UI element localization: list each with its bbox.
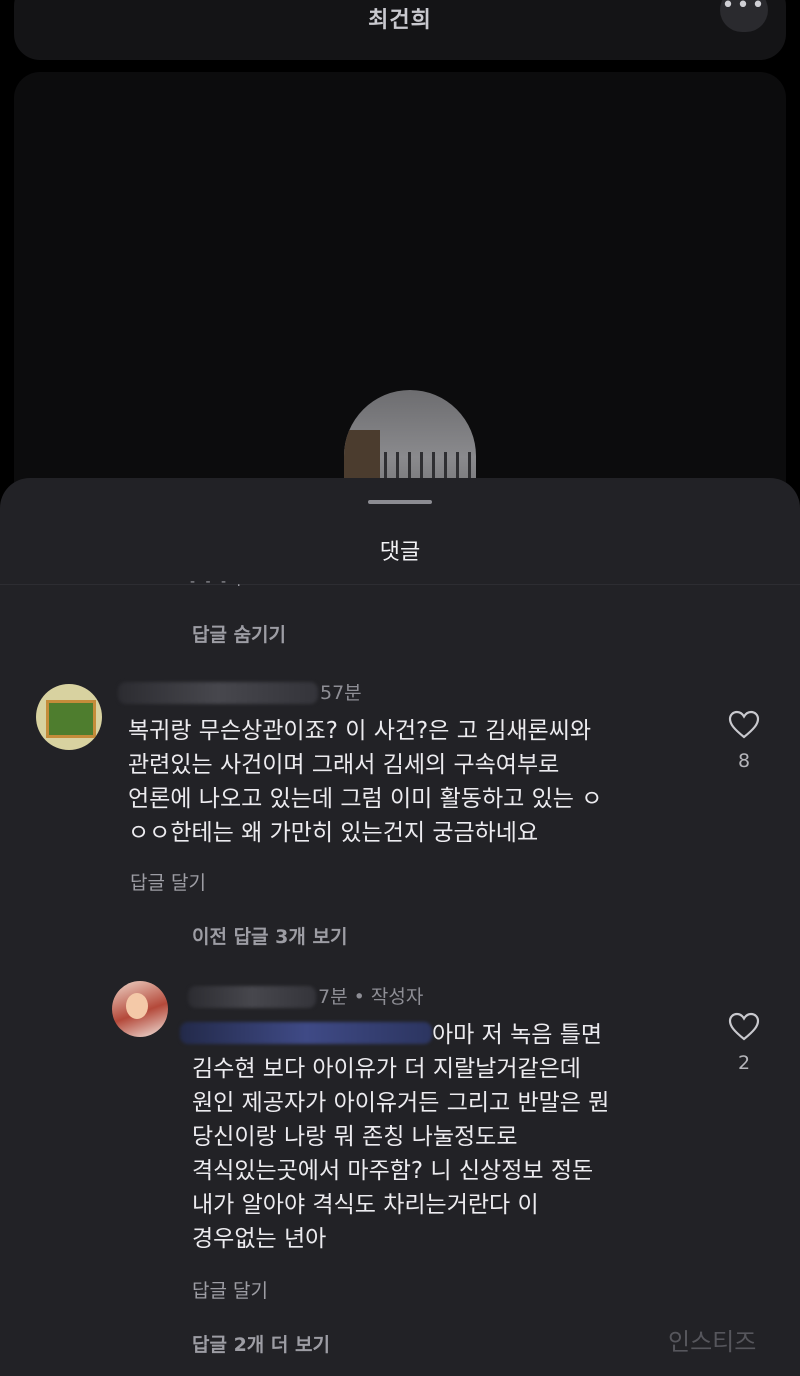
profile-name[interactable]: 최건희 [14, 2, 786, 34]
watermark: 인스티즈 [668, 1328, 757, 1356]
divider [0, 584, 800, 585]
blurred-mention[interactable] [180, 1022, 432, 1044]
heart-icon[interactable] [728, 1012, 760, 1042]
heart-icon[interactable] [728, 710, 760, 740]
drag-handle[interactable] [368, 500, 432, 504]
reply-button[interactable]: 답글 달기 [130, 868, 206, 895]
sheet-title: 댓글 [379, 540, 421, 565]
collapsed-comment-snippet: - - - . [190, 574, 244, 590]
view-previous-replies-button[interactable]: 이전 답글 3개 보기 [192, 922, 347, 949]
like-count: 8 [737, 750, 751, 772]
comment-text-line: 경우없는 년아 [192, 1226, 327, 1252]
comments-sheet: 댓글 - - - . 답글 숨기기 57분 복귀랑 무슨상관이죠? 이 사건?은… [0, 478, 800, 1376]
reply-button[interactable]: 답글 달기 [192, 1276, 268, 1303]
comment-text-line: 김수현 보다 아이유가 더 지랄날거같은데 [192, 1056, 581, 1082]
comment-text-line: 내가 알아야 격식도 차리는거란다 이 [192, 1192, 539, 1218]
top-bar: 최건희 ••• [14, 0, 786, 60]
comment-text-line: 언론에 나오고 있는데 그럼 이미 활동하고 있는 ㅇ [128, 786, 603, 812]
comment-text-line: 아마 저 녹음 틀면 [432, 1022, 603, 1048]
comment-time: 57분 [320, 682, 362, 704]
hide-replies-button[interactable]: 답글 숨기기 [192, 620, 286, 647]
like-count: 2 [737, 1052, 751, 1074]
comment-time-author: 7분 • 작성자 [318, 986, 424, 1008]
blurred-username[interactable] [118, 682, 318, 704]
comment-text-line: ㅇㅇ한테는 왜 가만히 있는건지 궁금하네요 [128, 820, 539, 846]
comment-text-line: 격식있는곳에서 마주함? 니 신상정보 정돈 [192, 1158, 594, 1184]
comment-text-line: 당신이랑 나랑 뭐 존칭 나눌정도로 [192, 1124, 518, 1150]
avatar[interactable] [112, 981, 168, 1037]
comment-text-line: 원인 제공자가 아이유거든 그리고 반말은 뭔 [192, 1090, 610, 1116]
avatar[interactable] [36, 684, 102, 750]
view-more-replies-button[interactable]: 답글 2개 더 보기 [192, 1330, 330, 1357]
blurred-username[interactable] [188, 986, 316, 1008]
comment-text-line: 관련있는 사건이며 그래서 김세의 구속여부로 [128, 752, 560, 778]
comment-text-line: 복귀랑 무슨상관이죠? 이 사건?은 고 김새론씨와 [128, 718, 592, 744]
